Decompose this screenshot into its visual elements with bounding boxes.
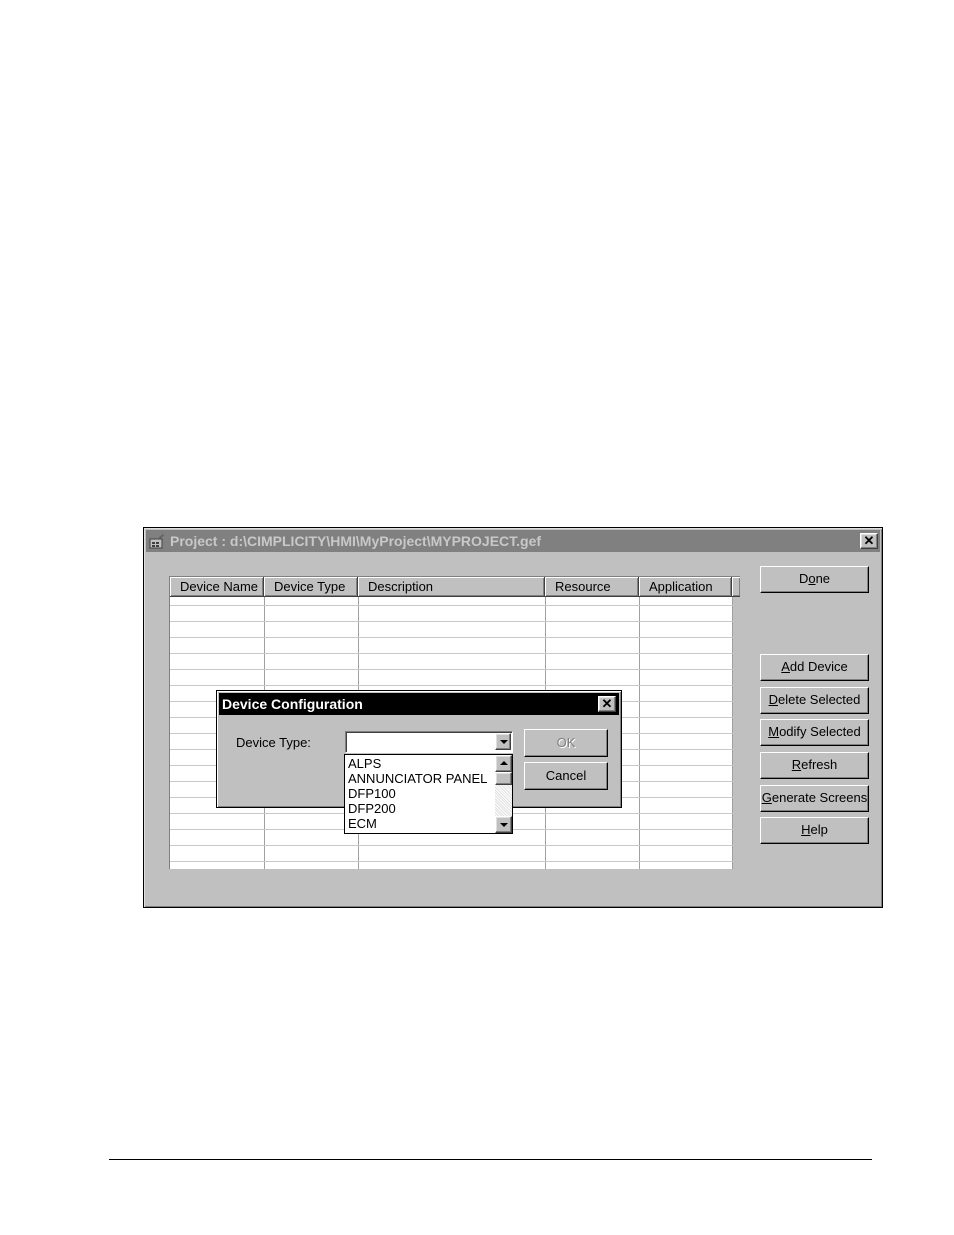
- add-device-button[interactable]: Add Device: [760, 654, 869, 681]
- refresh-button[interactable]: Refresh: [760, 752, 869, 779]
- generate-screens-button[interactable]: Generate Screens: [760, 785, 869, 812]
- done-button[interactable]: Done: [760, 566, 869, 593]
- column-header-resource[interactable]: Resource: [545, 577, 639, 597]
- device-type-list[interactable]: ALPS ANNUNCIATOR PANEL DFP100 DFP200 ECM: [344, 754, 513, 834]
- grid-filler: [733, 597, 740, 869]
- chevron-down-icon: [500, 740, 508, 744]
- grid-header: Device Name Device Type Description Reso…: [170, 577, 740, 597]
- dialog-title-bar[interactable]: Device Configuration ✕: [219, 693, 619, 715]
- scroll-down-button[interactable]: [495, 816, 512, 833]
- cancel-button[interactable]: Cancel: [524, 762, 608, 790]
- close-icon[interactable]: ✕: [860, 533, 878, 549]
- list-item-annunciator-panel[interactable]: ANNUNCIATOR PANEL: [348, 771, 487, 786]
- list-item-alps[interactable]: ALPS: [348, 756, 381, 771]
- list-scrollbar[interactable]: [495, 755, 512, 833]
- project-app-icon: [149, 534, 164, 549]
- project-title: Project : d:\CIMPLICITY\HMI\MyProject\MY…: [170, 533, 542, 549]
- chevron-down-icon: [500, 823, 508, 827]
- delete-selected-button[interactable]: Delete Selected: [760, 687, 869, 714]
- list-item-ecm[interactable]: ECM: [348, 816, 377, 831]
- column-header-device-type[interactable]: Device Type: [264, 577, 358, 597]
- footer-rule: [109, 1159, 872, 1160]
- scroll-thumb[interactable]: [495, 772, 512, 785]
- column-header-application[interactable]: Application: [639, 577, 732, 597]
- dialog-title: Device Configuration: [222, 696, 363, 712]
- project-title-bar[interactable]: Project : d:\CIMPLICITY\HMI\MyProject\MY…: [146, 530, 880, 552]
- help-button[interactable]: Help: [760, 817, 869, 844]
- modify-selected-button[interactable]: Modify Selected: [760, 719, 869, 746]
- column-header-device-name[interactable]: Device Name: [170, 577, 264, 597]
- close-icon[interactable]: ✕: [598, 696, 616, 712]
- ok-button[interactable]: OK: [524, 729, 608, 757]
- chevron-up-icon: [500, 761, 508, 765]
- column-header-description[interactable]: Description: [358, 577, 545, 597]
- device-type-label: Device Type:: [236, 735, 311, 750]
- column-header-filler: [732, 577, 740, 597]
- device-type-combobox[interactable]: [345, 731, 513, 753]
- scroll-up-button[interactable]: [495, 755, 512, 772]
- list-item-dfp200[interactable]: DFP200: [348, 801, 396, 816]
- list-item-dfp100[interactable]: DFP100: [348, 786, 396, 801]
- combo-dropdown-button[interactable]: [495, 733, 511, 750]
